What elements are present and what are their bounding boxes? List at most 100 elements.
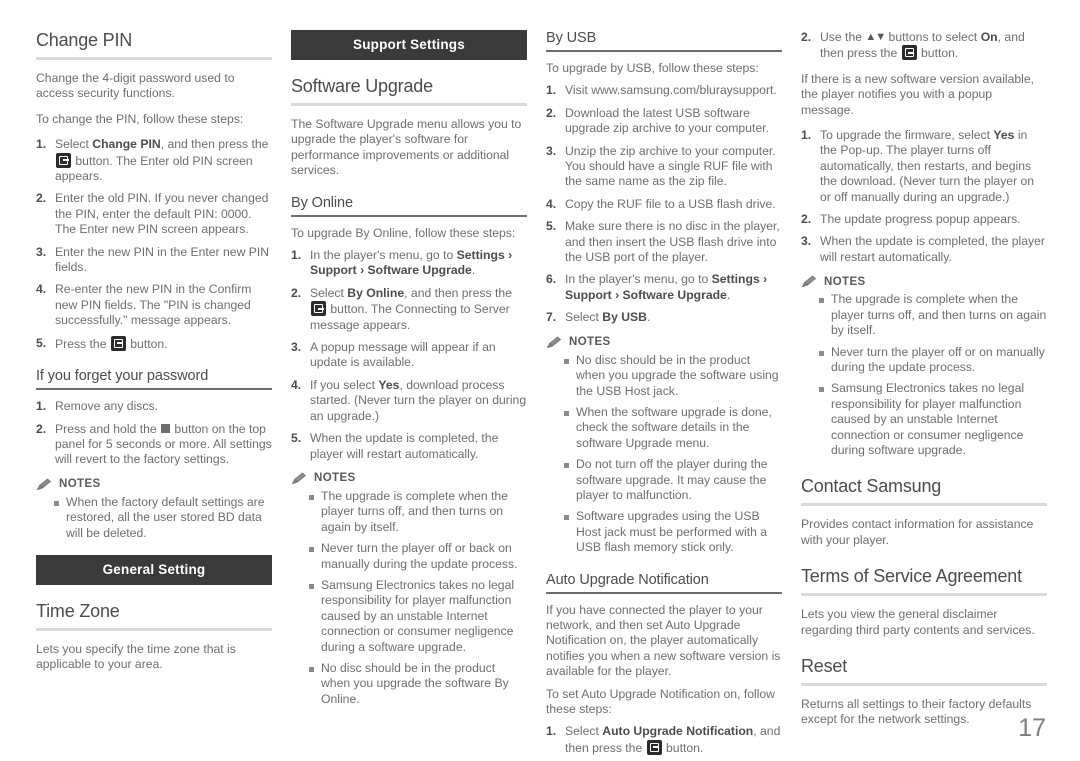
forgot-password-steps: 1. Remove any discs. 2. Press and hold the… [36, 399, 272, 468]
by-online-steps: 1. In the player's menu, go to Settings ›… [291, 248, 527, 462]
notes-list: The upgrade is complete when the player … [801, 292, 1047, 458]
step-text-pre: Make sure there is no disc in the player… [565, 219, 780, 265]
list-item: Samsung Electronics takes no legal respo… [819, 381, 1047, 458]
step-text-post: button. [917, 46, 959, 61]
step-text-pre: Unzip the zip archive to your computer. … [565, 143, 776, 189]
list-item: Samsung Electronics takes no legal respo… [309, 578, 527, 655]
list-item: When the factory default settings are re… [54, 495, 272, 541]
notes-header: NOTES [291, 472, 527, 485]
change-pin-intro-1: Change the 4-digit password used to acce… [36, 71, 235, 101]
list-item: 3. Enter the new PIN in the Enter new PIN… [36, 245, 272, 276]
list-item: 5. Press the button. [36, 335, 272, 352]
notes-block: NOTES When the factory default settings … [36, 478, 272, 541]
notes-label: NOTES [314, 472, 356, 485]
firmware-upgrade-steps: 1. To upgrade the firmware, select Yes in… [801, 128, 1047, 265]
title-rule [291, 103, 527, 106]
time-zone-body: Lets you specify the time zone that is a… [36, 641, 236, 672]
auto-upgrade-steps: 1. Select Auto Upgrade Notification, and … [546, 724, 782, 756]
list-item: 6. In the player's menu, go to Settings ›… [546, 272, 782, 303]
section-title-terms-of-service: Terms of Service Agreement [801, 566, 1022, 587]
list-item: Software upgrades using the USB Host jac… [564, 509, 782, 555]
subsection-title-forgot-password: If you forget your password [36, 368, 209, 385]
notes-list: No disc should be in the product when yo… [546, 353, 782, 556]
list-item: 7. Select By USB. [546, 310, 782, 325]
notes-label: NOTES [59, 478, 101, 491]
section-title-reset: Reset [801, 655, 848, 676]
step-text-pre: In the player's menu, go to [565, 272, 712, 287]
auto-upgrade-body-1: If you have connected the player to your… [546, 602, 781, 679]
enter-button-icon [646, 739, 662, 755]
step-text-pre: Select [565, 724, 603, 739]
page-number: 17 [1018, 714, 1046, 742]
step-text-post: button. [126, 336, 168, 351]
step-text-mid: , and then press the [160, 137, 269, 152]
step-number: 4. [546, 196, 557, 211]
step-text-bold: By USB [602, 310, 647, 325]
step-number: 2. [36, 191, 47, 206]
enter-button-icon [110, 335, 126, 351]
list-item: 4. If you select Yes, download process st… [291, 378, 527, 424]
notes-block: NOTES No disc should be in the product w… [546, 336, 782, 556]
pencil-icon [546, 336, 562, 348]
step-text-post: button. The Connecting to Server message… [310, 302, 510, 332]
list-item: Do not turn off the player during the so… [564, 457, 782, 503]
list-item: 4. Copy the RUF file to a USB flash drive… [546, 197, 782, 212]
list-item: 3. Unzip the zip archive to your computer… [546, 144, 782, 190]
step-text-bold: Auto Upgrade Notification [602, 724, 754, 739]
step-number: 3. [801, 234, 812, 249]
step-text-post: button. [662, 740, 704, 755]
step-number: 1. [291, 248, 302, 263]
step-number: 1. [546, 724, 557, 739]
list-item: 2. Use the ▲▼ buttons to select On, and t… [801, 30, 1047, 62]
step-text-post: . [471, 263, 476, 278]
step-number: 2. [291, 285, 302, 300]
notes-label: NOTES [569, 336, 611, 349]
step-text-pre: Use the [820, 30, 866, 44]
title-rule [801, 503, 1047, 507]
step-number: 2. [546, 105, 557, 120]
auto-upgrade-body-2: To set Auto Upgrade Notification on, fol… [546, 686, 775, 716]
step-text-post: . [726, 287, 731, 302]
notes-header: NOTES [546, 336, 782, 349]
subtitle-rule [291, 214, 527, 217]
title-rule [36, 57, 272, 60]
by-online-intro: To upgrade By Online, follow these steps… [291, 225, 516, 240]
list-item: 5. When the update is completed, the play… [291, 431, 527, 462]
by-usb-intro: To upgrade by USB, follow these steps: [546, 61, 759, 75]
section-title-software-upgrade: Software Upgrade [291, 76, 433, 96]
step-text-bold: By Online [347, 285, 405, 300]
enter-button-icon [311, 301, 326, 317]
section-title-time-zone: Time Zone [36, 600, 120, 621]
step-text-pre: Enter the new PIN in the Enter new PIN f… [55, 244, 270, 275]
step-text-bold: Yes [378, 377, 400, 392]
notes-list: When the factory default settings are re… [36, 495, 272, 541]
terms-body: Lets you view the general disclaimer reg… [801, 607, 1035, 637]
list-item: The upgrade is complete when the player … [309, 489, 527, 535]
list-item: 2. Download the latest USB software upgra… [546, 106, 782, 137]
step-number: 2. [801, 212, 812, 227]
change-pin-steps: 1. Select Change PIN, and then press the … [36, 137, 272, 352]
notes-header: NOTES [36, 478, 272, 491]
step-number: 6. [546, 272, 557, 287]
step-text-pre: Press the [55, 336, 110, 351]
subtitle-rule [36, 388, 272, 391]
list-item: The upgrade is complete when the player … [819, 292, 1047, 338]
list-item: 3. A popup message will appear if an upda… [291, 340, 527, 371]
change-pin-intro-2: To change the PIN, follow these steps: [36, 111, 244, 126]
step-text-pre: Copy the RUF file to a USB flash drive. [565, 196, 776, 211]
subtitle-rule [546, 50, 782, 52]
pencil-icon [291, 472, 307, 484]
list-item: 1. Select Change PIN, and then press the … [36, 137, 272, 184]
step-text-pre: Select [55, 137, 93, 152]
notes-block: NOTES The upgrade is complete when the p… [801, 275, 1047, 458]
title-rule [801, 593, 1047, 597]
step-text-bold: Change PIN [92, 137, 161, 152]
subsection-title-by-usb: By USB [546, 30, 597, 46]
list-item: 2. Select By Online, and then press the b… [291, 286, 527, 333]
step-number: 5. [546, 219, 557, 234]
manual-page: Change PIN Change the 4-digit password u… [0, 0, 1080, 761]
column-3: By USB To upgrade by USB, follow these s… [546, 30, 782, 755]
step-number: 4. [291, 377, 302, 392]
list-item: 1. Select Auto Upgrade Notification, and … [546, 724, 782, 756]
step-text-pre: Select [310, 285, 348, 300]
